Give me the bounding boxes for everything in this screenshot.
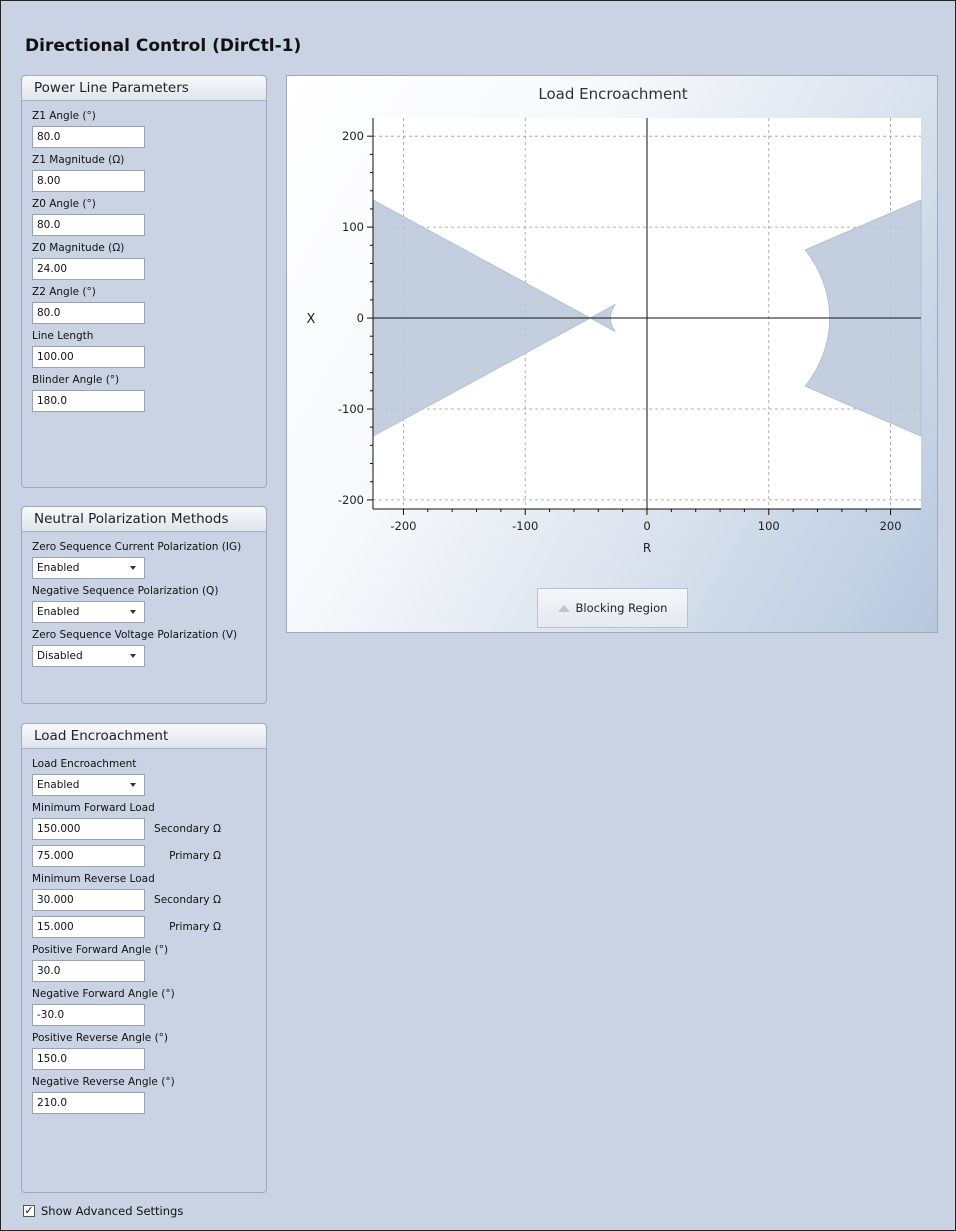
neutral-polarization-group: Neutral Polarization Methods Zero Sequen… bbox=[21, 506, 267, 704]
x-tick-label: 0 bbox=[643, 519, 650, 533]
min-reverse-primary-input[interactable]: 15.000 bbox=[32, 916, 145, 938]
blinder-angle-label: Blinder Angle (°) bbox=[32, 374, 120, 386]
negative-reverse-angle-label: Negative Reverse Angle (°) bbox=[32, 1076, 175, 1088]
min-forward-secondary-row: 150.000 Secondary Ω bbox=[32, 818, 266, 840]
negative-seq-pol-label: Negative Sequence Polarization (Q) bbox=[32, 585, 219, 597]
page-title: Directional Control (DirCtl-1) bbox=[25, 36, 302, 56]
line-length-label: Line Length bbox=[32, 330, 94, 342]
z1-magnitude-input[interactable]: 8.00 bbox=[32, 170, 145, 192]
power-line-parameters-header: Power Line Parameters bbox=[22, 76, 266, 101]
y-axis-label: X bbox=[307, 312, 316, 327]
z0-magnitude-input[interactable]: 24.00 bbox=[32, 258, 145, 280]
negative-reverse-angle-input[interactable]: 210.0 bbox=[32, 1092, 145, 1114]
dropdown-value: Enabled bbox=[37, 606, 80, 618]
primary-unit-label: Primary Ω bbox=[169, 850, 221, 862]
dropdown-value: Disabled bbox=[37, 650, 83, 662]
x-tick-label: -200 bbox=[390, 519, 416, 533]
min-forward-load-label: Minimum Forward Load bbox=[32, 802, 155, 814]
x-tick-label: 100 bbox=[758, 519, 780, 533]
min-reverse-secondary-row: 30.000 Secondary Ω bbox=[32, 889, 266, 911]
positive-reverse-angle-input[interactable]: 150.0 bbox=[32, 1048, 145, 1070]
min-reverse-primary-row: 15.000 Primary Ω bbox=[32, 916, 266, 938]
load-encroachment-group: Load Encroachment Load Encroachment Enab… bbox=[21, 723, 267, 1193]
dropdown-value: Enabled bbox=[37, 562, 80, 574]
positive-reverse-angle-label: Positive Reverse Angle (°) bbox=[32, 1032, 169, 1044]
zero-seq-voltage-pol-dropdown[interactable]: Disabled bbox=[32, 645, 145, 667]
blinder-angle-input[interactable]: 180.0 bbox=[32, 390, 145, 412]
chart-legend[interactable]: Blocking Region bbox=[537, 588, 688, 628]
caret-down-icon bbox=[130, 566, 136, 570]
power-line-parameters-group: Power Line Parameters Z1 Angle (°) 80.0 … bbox=[21, 75, 267, 488]
caret-down-icon bbox=[130, 610, 136, 614]
y-tick-label: -100 bbox=[338, 402, 364, 416]
show-advanced-settings-label: Show Advanced Settings bbox=[41, 1204, 184, 1218]
zero-seq-current-pol-label: Zero Sequence Current Polarization (IG) bbox=[32, 541, 242, 553]
negative-seq-pol-dropdown[interactable]: Enabled bbox=[32, 601, 145, 623]
y-tick-label: -200 bbox=[338, 493, 364, 507]
negative-forward-angle-label: Negative Forward Angle (°) bbox=[32, 988, 175, 1000]
load-encroachment-chart: -200 -100 0 100 200 -200 -100 0 100 200 R X Load Enc… bbox=[286, 75, 938, 633]
z1-angle-label: Z1 Angle (°) bbox=[32, 110, 96, 122]
y-tick-label: 100 bbox=[342, 220, 364, 234]
y-tick-label: 0 bbox=[357, 311, 364, 325]
z0-angle-input[interactable]: 80.0 bbox=[32, 214, 145, 236]
min-forward-primary-row: 75.000 Primary Ω bbox=[32, 845, 266, 867]
chart-title: Load Encroachment bbox=[538, 85, 687, 103]
z0-angle-label: Z0 Angle (°) bbox=[32, 198, 96, 210]
z2-angle-label: Z2 Angle (°) bbox=[32, 286, 96, 298]
z2-angle-input[interactable]: 80.0 bbox=[32, 302, 145, 324]
min-forward-secondary-input[interactable]: 150.000 bbox=[32, 818, 145, 840]
negative-forward-angle-input[interactable]: -30.0 bbox=[32, 1004, 145, 1026]
show-advanced-settings[interactable]: ✓ Show Advanced Settings bbox=[23, 1204, 183, 1218]
x-tick-label: -100 bbox=[512, 519, 538, 533]
zero-seq-current-pol-dropdown[interactable]: Enabled bbox=[32, 557, 145, 579]
min-forward-primary-input[interactable]: 75.000 bbox=[32, 845, 145, 867]
load-encroachment-header: Load Encroachment bbox=[22, 724, 266, 749]
chart-canvas: -200 -100 0 100 200 -200 -100 0 100 200 R X Load Enc… bbox=[307, 85, 922, 555]
min-reverse-secondary-input[interactable]: 30.000 bbox=[32, 889, 145, 911]
secondary-unit-label: Secondary Ω bbox=[154, 894, 221, 906]
blocking-region-legend-icon bbox=[557, 604, 570, 612]
positive-forward-angle-label: Positive Forward Angle (°) bbox=[32, 944, 169, 956]
legend-label: Blocking Region bbox=[575, 601, 668, 615]
primary-unit-label: Primary Ω bbox=[169, 921, 221, 933]
dropdown-value: Enabled bbox=[37, 779, 80, 791]
x-tick-label: 200 bbox=[880, 519, 902, 533]
z0-magnitude-label: Z0 Magnitude (Ω) bbox=[32, 242, 125, 254]
caret-down-icon bbox=[130, 654, 136, 658]
z1-angle-input[interactable]: 80.0 bbox=[32, 126, 145, 148]
positive-forward-angle-input[interactable]: 30.0 bbox=[32, 960, 145, 982]
x-axis-label: R bbox=[643, 541, 651, 555]
line-length-input[interactable]: 100.00 bbox=[32, 346, 145, 368]
load-encroachment-dropdown[interactable]: Enabled bbox=[32, 774, 145, 796]
neutral-polarization-header: Neutral Polarization Methods bbox=[22, 507, 266, 532]
zero-seq-voltage-pol-label: Zero Sequence Voltage Polarization (V) bbox=[32, 629, 238, 641]
min-reverse-load-label: Minimum Reverse Load bbox=[32, 873, 155, 885]
secondary-unit-label: Secondary Ω bbox=[154, 823, 221, 835]
y-tick-label: 200 bbox=[342, 129, 364, 143]
checkbox-checked-icon[interactable]: ✓ bbox=[23, 1205, 35, 1217]
z1-magnitude-label: Z1 Magnitude (Ω) bbox=[32, 154, 125, 166]
caret-down-icon bbox=[130, 783, 136, 787]
load-encroachment-label: Load Encroachment bbox=[32, 758, 137, 770]
